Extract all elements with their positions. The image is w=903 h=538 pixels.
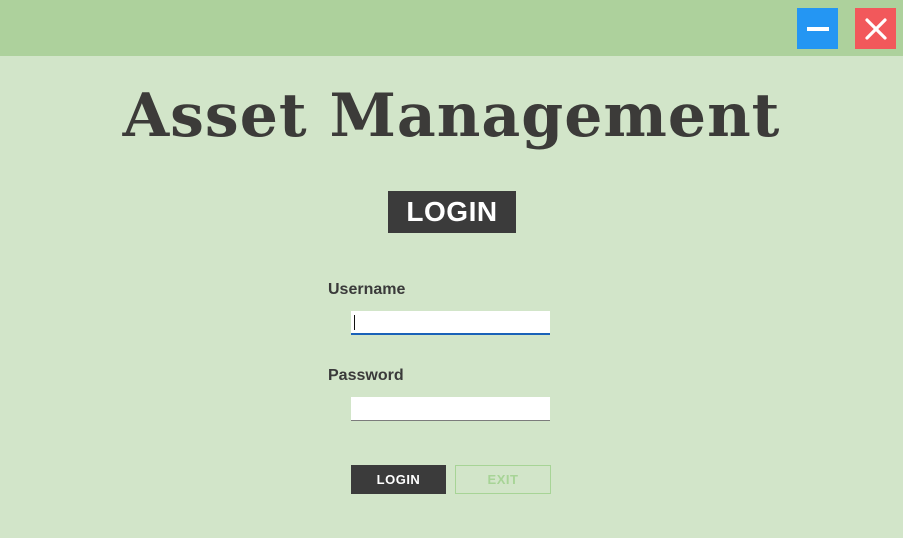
minimize-button[interactable]: [797, 8, 838, 49]
title-bar: [0, 0, 903, 56]
close-icon: [864, 17, 888, 41]
minimize-icon: [806, 17, 830, 41]
close-button[interactable]: [855, 8, 896, 49]
app-title: Asset Management: [122, 81, 781, 151]
login-heading: LOGIN: [388, 191, 516, 233]
username-input[interactable]: [351, 311, 550, 335]
password-label: Password: [328, 367, 404, 384]
login-button[interactable]: LOGIN: [351, 465, 446, 494]
text-caret: [354, 315, 355, 330]
exit-button[interactable]: EXIT: [455, 465, 551, 494]
username-label: Username: [328, 281, 406, 298]
password-input[interactable]: [351, 397, 550, 421]
